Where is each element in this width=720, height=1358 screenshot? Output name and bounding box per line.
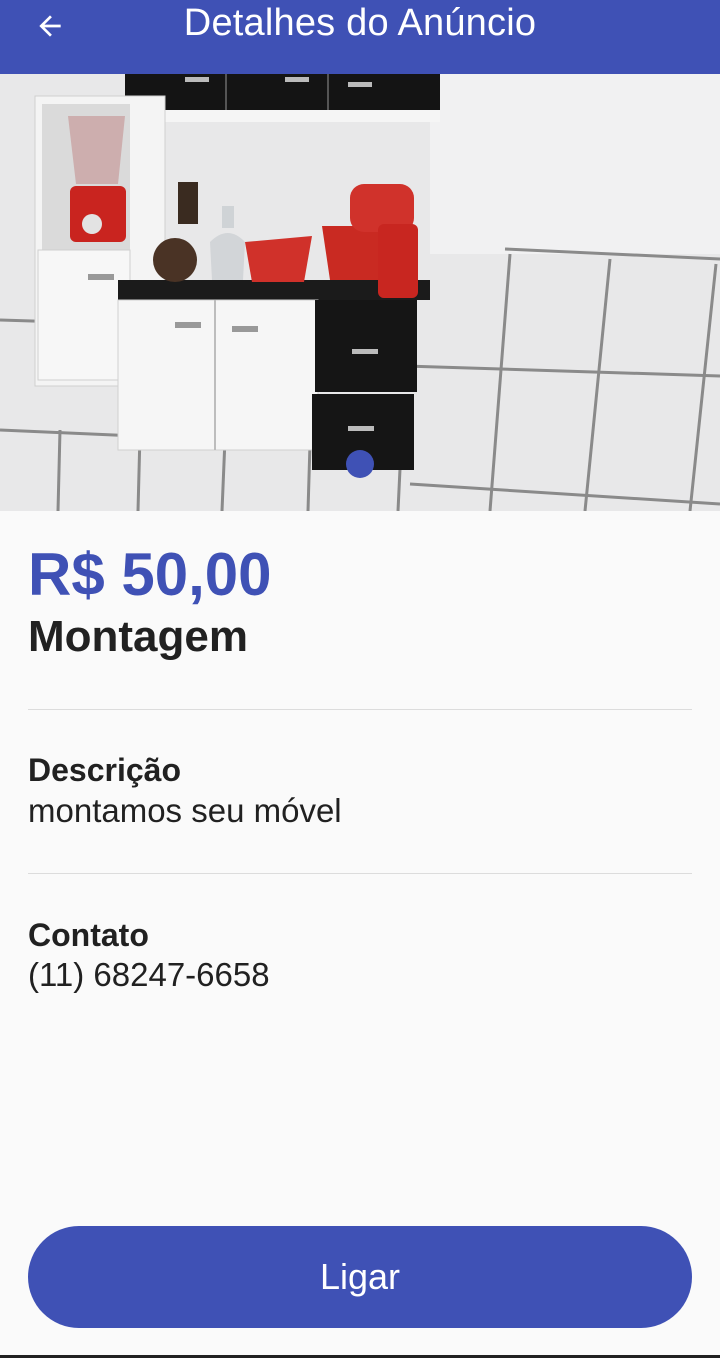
listing-price: R$ 50,00 <box>28 541 272 608</box>
contact-phone: (11) 68247-6658 <box>28 956 270 993</box>
app-bar: Detalhes do Anúncio <box>0 0 720 74</box>
divider <box>28 709 692 710</box>
listing-title: Montagem <box>28 612 248 661</box>
image-carousel[interactable] <box>0 74 720 511</box>
listing-photo <box>0 74 720 511</box>
contact-label: Contato <box>28 917 149 953</box>
page-indicator-dot-active[interactable] <box>346 450 374 478</box>
description-text: montamos seu móvel <box>28 792 342 829</box>
call-button[interactable]: Ligar <box>28 1226 692 1328</box>
divider <box>28 873 692 874</box>
page-indicator <box>0 450 720 478</box>
page-title: Detalhes do Anúncio <box>183 2 537 44</box>
description-label: Descrição <box>28 752 181 788</box>
